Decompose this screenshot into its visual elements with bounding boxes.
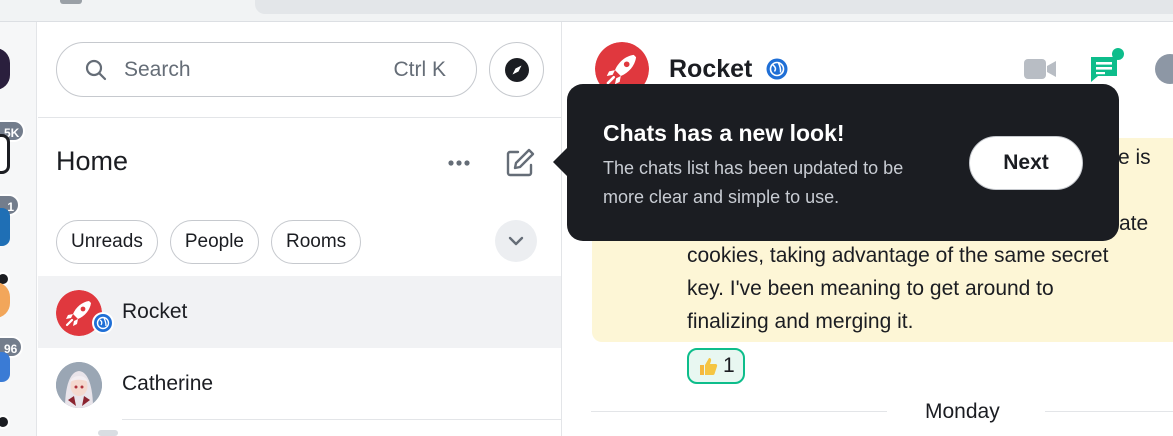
panel-divider xyxy=(38,117,561,118)
search-placeholder: Search xyxy=(124,58,191,81)
room-header-name[interactable]: Rocket xyxy=(669,55,752,84)
room-list-item[interactable]: Rocket xyxy=(38,276,561,348)
space-avatar[interactable] xyxy=(0,48,10,90)
new-look-tooltip: Chats has a new look! The chats list has… xyxy=(553,84,1119,241)
tooltip-title: Chats has a new look! xyxy=(603,120,845,146)
threads-unread-dot xyxy=(1112,48,1124,60)
space-icon[interactable] xyxy=(0,134,10,174)
next-room-avatar-edge xyxy=(98,430,118,436)
filter-people[interactable]: People xyxy=(169,220,259,264)
search-input[interactable]: Search Ctrl K xyxy=(56,42,477,97)
space-icon[interactable] xyxy=(0,282,10,318)
compose-icon[interactable] xyxy=(503,146,537,180)
room-info-icon[interactable] xyxy=(1155,54,1173,84)
space-unread-dot xyxy=(0,415,10,429)
more-options-icon[interactable] xyxy=(443,150,475,176)
space-icon[interactable] xyxy=(0,208,10,246)
public-room-badge xyxy=(92,312,114,334)
thumbs-up-icon xyxy=(700,358,718,375)
filter-unreads[interactable]: Unreads xyxy=(56,220,158,264)
room-list-item[interactable]: Catherine xyxy=(38,348,561,420)
chevron-down-icon xyxy=(508,236,524,246)
search-icon xyxy=(85,59,107,81)
reaction-count: 1 xyxy=(723,354,735,377)
page-title: Home xyxy=(56,146,129,176)
space-rail: 5K 1 96 xyxy=(0,22,37,436)
tooltip-arrow xyxy=(553,148,567,176)
message-text: finalizing and merging it. xyxy=(687,310,914,333)
video-call-icon[interactable] xyxy=(1023,56,1057,82)
reaction-pill[interactable]: 1 xyxy=(687,348,745,384)
message-text: key. I've been meaning to get around to xyxy=(687,277,1054,300)
room-name: Rocket xyxy=(122,300,188,323)
day-separator-line xyxy=(591,411,887,412)
browser-address-bar[interactable] xyxy=(255,0,1173,14)
explore-rooms-button[interactable] xyxy=(489,42,544,97)
next-button[interactable]: Next xyxy=(969,136,1083,190)
browser-tab-edge[interactable] xyxy=(60,0,82,4)
row-divider xyxy=(122,419,561,420)
message-text: ate xyxy=(1119,212,1149,235)
room-filters: Unreads People Rooms xyxy=(56,220,362,264)
day-separator: Monday xyxy=(925,400,1000,423)
day-separator-line xyxy=(1045,411,1173,412)
room-name: Catherine xyxy=(122,372,214,395)
user-avatar xyxy=(56,362,102,408)
tooltip-body: The chats list has been updated to be mo… xyxy=(603,158,904,207)
message-text: cookies, taking advantage of the same se… xyxy=(687,244,1109,267)
space-icon[interactable] xyxy=(0,352,10,382)
filter-rooms[interactable]: Rooms xyxy=(271,220,362,264)
room-list-panel: Search Ctrl K Home Unreads People Rooms xyxy=(38,22,562,436)
avatar-portrait-icon xyxy=(56,362,102,408)
search-shortcut-hint: Ctrl K xyxy=(393,58,447,81)
expand-filters-button[interactable] xyxy=(495,220,537,262)
browser-toolbar xyxy=(0,0,1173,22)
globe-icon xyxy=(766,58,788,80)
compass-icon xyxy=(505,58,529,82)
globe-icon xyxy=(94,314,112,332)
